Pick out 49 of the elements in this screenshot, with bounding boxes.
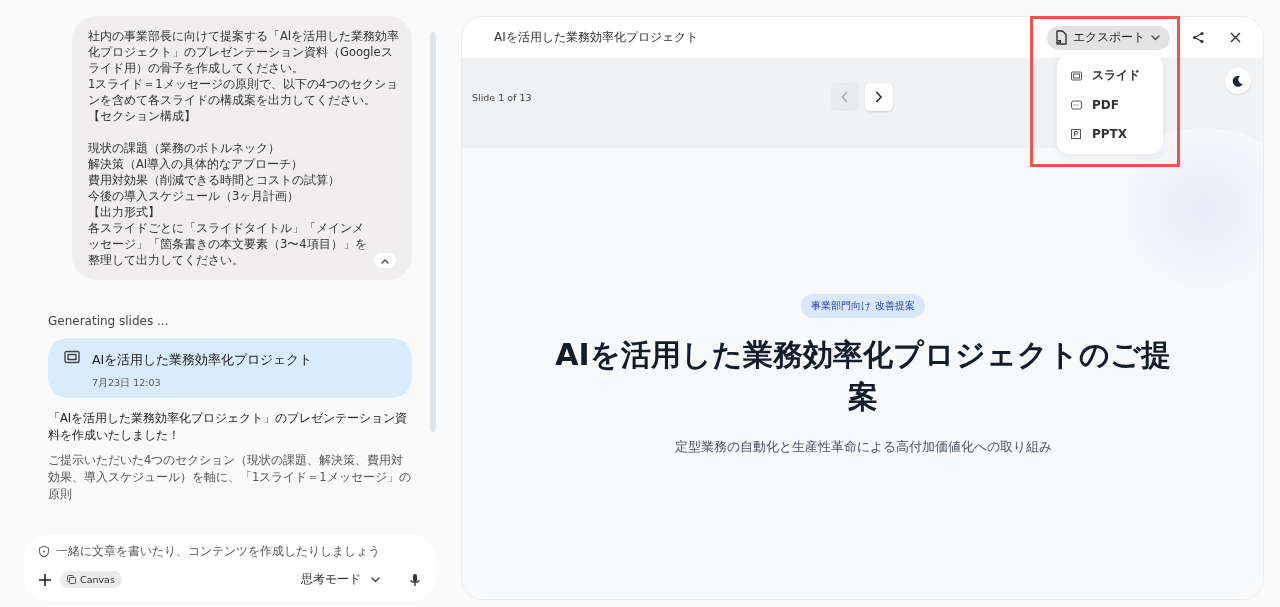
- message-text: 費用対効果（削減できる時間とコストの試算）: [88, 172, 341, 188]
- artifact-date: 7月23日 12:03: [92, 377, 162, 390]
- menu-item[interactable]: スライド: [1057, 61, 1163, 90]
- slide-counter: Slide 1 of 13: [472, 92, 532, 103]
- moon-icon: [1232, 75, 1244, 87]
- chevron-right-icon: [875, 91, 883, 103]
- share-button[interactable]: [1192, 31, 1204, 44]
- scrollbar[interactable]: [430, 32, 436, 432]
- response-text: ご提示いただいた4つのセクション（現状の課題、解決策、費用対効果、導入スケジュール）を軸に、「1スライド＝1メッセージ」の原則: [48, 452, 412, 503]
- microphone-icon: [410, 572, 420, 587]
- slides-icon: [64, 350, 80, 364]
- letter-p-icon: [1071, 128, 1082, 139]
- menu-item[interactable]: PDF: [1057, 90, 1163, 119]
- message-text: 解決策（AI導入の具体的なアプローチ）: [88, 156, 305, 172]
- shield-icon: [38, 544, 50, 558]
- artifact-title: AIを活用した業務効率化プロジェクト: [92, 352, 313, 369]
- message-text: 現状の課題（業務のボトルネック）: [88, 140, 281, 156]
- menu-item[interactable]: PPTX: [1057, 119, 1163, 148]
- message-text: 社内の事業部長に向けて提案する「AIを活用した業務効率化プロジェクト」のプレゼンテーション資料（Googleスライド用）の骨子を作成してください。: [88, 28, 400, 76]
- slide-subtitle: 定型業務の自動化と生産性革命による高付加価値化への取り組み: [674, 438, 1052, 456]
- export-button[interactable]: エクスポート: [1047, 25, 1170, 50]
- chat-input-box[interactable]: 一緒に文章を書いたり、コンテンツを作成したりしましょう Canvas 思考モード: [24, 535, 436, 601]
- microphone-button[interactable]: [410, 572, 420, 587]
- next-button[interactable]: [865, 83, 893, 111]
- mode-dropdown[interactable]: 思考モード: [301, 571, 380, 588]
- chevron-down-icon: [1151, 34, 1160, 41]
- add-button[interactable]: [38, 572, 52, 587]
- plus-icon: [38, 572, 52, 587]
- close-icon: [1230, 32, 1241, 43]
- message-text: 1スライド＝1メッセージの原則で、以下の4つのセクションを含めて各スライドの構成案を出力してください。: [88, 76, 399, 108]
- chevron-up-icon: [381, 257, 389, 264]
- slide-badge: 事業部門向け 改善提案: [801, 294, 925, 318]
- message-text: 各スライドごとに「スライドタイトル」「メインメッセージ」「箇条書きの本文要素（3〜4項目）」を整理して出力してください。: [88, 220, 368, 268]
- close-button[interactable]: [1230, 32, 1241, 43]
- slides-icon: [1071, 70, 1082, 81]
- canvas-icon: [67, 575, 76, 584]
- chevron-down-icon: [371, 576, 380, 583]
- chevron-left-icon: [841, 91, 849, 103]
- artifact-card[interactable]: AIを活用した業務効率化プロジェクト 7月23日 12:03: [48, 338, 412, 398]
- canvas-title: AIを活用した業務効率化プロジェクト: [494, 29, 698, 46]
- message-text: 今後の導入スケジュール（3ヶ月計画）: [88, 188, 301, 204]
- canvas-chip[interactable]: Canvas: [60, 571, 122, 588]
- message-text: 【出力形式】: [88, 204, 161, 220]
- response-text: 「AIを活用した業務効率化プロジェクト」のプレゼンテーション資料を作成いたしました！: [48, 410, 409, 444]
- message-text: 【セクション構成】: [88, 108, 197, 124]
- status-text: Generating slides ...: [48, 314, 170, 328]
- share-icon: [1192, 31, 1204, 44]
- dark-mode-button[interactable]: [1225, 68, 1251, 94]
- slide-title: AIを活用した業務効率化プロジェクトのご提案: [554, 336, 1172, 416]
